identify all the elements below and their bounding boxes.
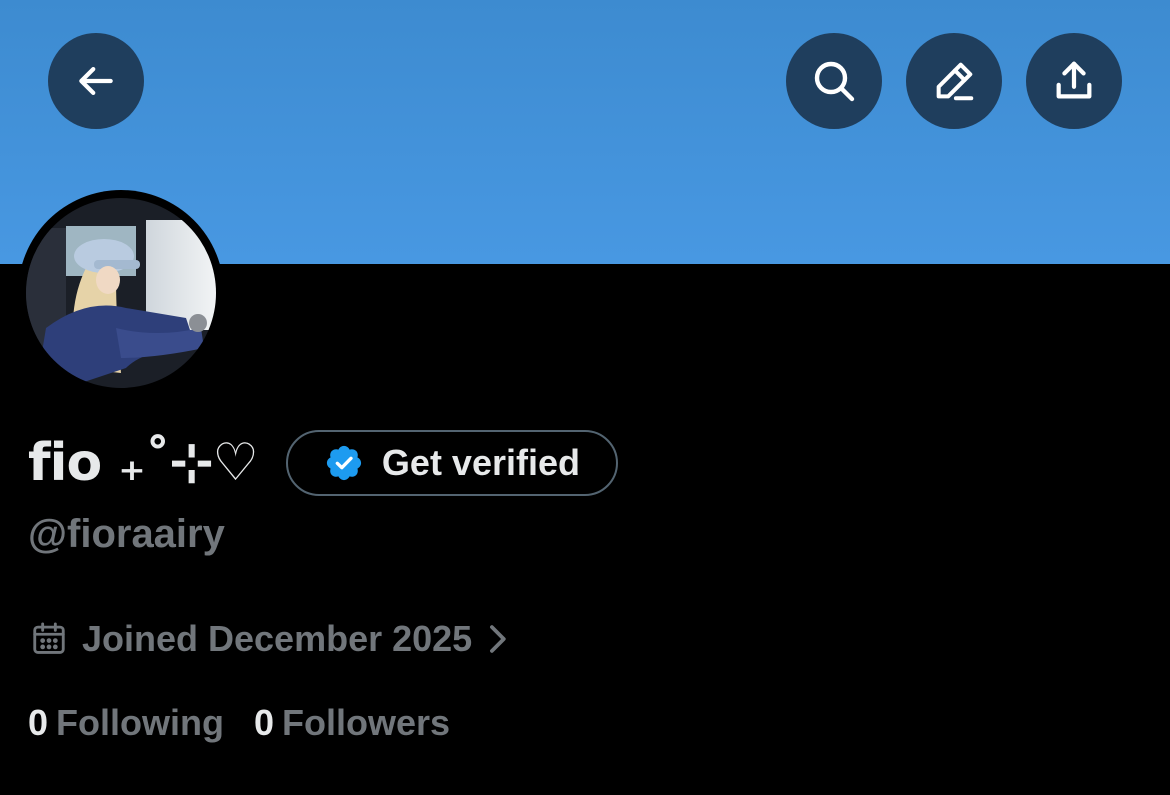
joined-date-row[interactable]: Joined December 2025 — [30, 616, 508, 662]
verified-badge-icon — [326, 445, 362, 481]
follow-stats: 0 Following 0 Followers — [28, 700, 450, 746]
following-label: Following — [56, 702, 224, 743]
search-button[interactable] — [786, 33, 882, 129]
back-button[interactable] — [48, 33, 144, 129]
followers-link[interactable]: 0 Followers — [254, 702, 450, 744]
share-upload-icon — [1056, 61, 1092, 99]
followers-count: 0 — [254, 702, 275, 743]
arrow-left-icon — [79, 66, 113, 96]
following-count: 0 — [28, 702, 49, 743]
calendar-icon — [33, 622, 65, 654]
search-icon — [814, 61, 855, 102]
name-row: fio ₊˚⊹♡ Get verified — [28, 428, 618, 498]
chevron-right-icon — [490, 625, 506, 653]
profile-handle: @fioraairy — [28, 512, 225, 556]
display-name: fio ₊˚⊹♡ — [28, 433, 259, 493]
get-verified-label: Get verified — [381, 442, 580, 483]
avatar[interactable] — [18, 190, 224, 396]
avatar-photo — [26, 198, 216, 388]
share-button[interactable] — [1026, 33, 1122, 129]
get-verified-button[interactable]: Get verified — [285, 430, 618, 496]
following-link[interactable]: 0 Following — [28, 702, 224, 744]
joined-date-text: Joined December 2025 — [82, 618, 473, 659]
followers-label: Followers — [282, 702, 451, 743]
edit-profile-button[interactable] — [906, 33, 1002, 129]
pencil-icon — [936, 62, 974, 101]
